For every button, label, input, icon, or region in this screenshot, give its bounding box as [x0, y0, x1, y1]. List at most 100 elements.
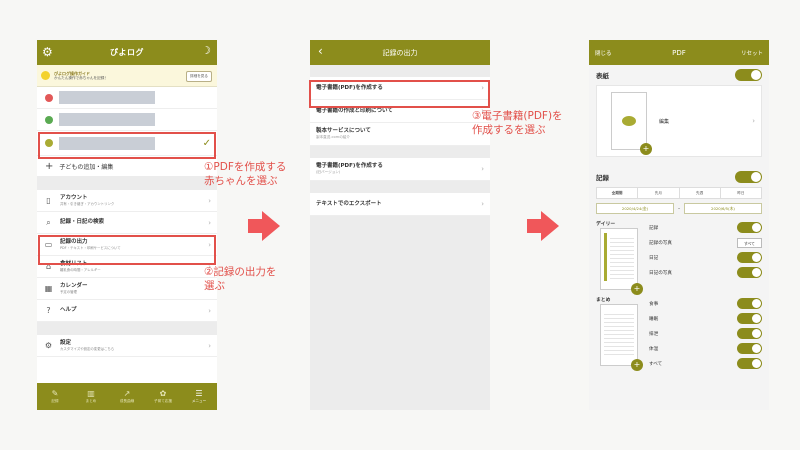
- cover-title: 表紙: [596, 72, 609, 80]
- section-gap: [310, 181, 490, 193]
- chevron-right-icon: ›: [481, 165, 484, 173]
- menu-title: ヘルプ: [60, 307, 77, 313]
- menu-title: アカウント: [60, 194, 88, 201]
- period-tab-last-week[interactable]: 先週: [680, 188, 721, 198]
- question-icon: ?: [46, 306, 51, 315]
- app-logo: ぴよログ: [110, 48, 144, 57]
- guide-banner[interactable]: ぴよログ操作ガイド かんたん操作で赤ちゃんを記録！ 詳細を見る: [37, 65, 217, 87]
- child-row[interactable]: [37, 109, 217, 131]
- summary-label: まとめ: [596, 298, 611, 303]
- chevron-right-icon: ›: [208, 341, 211, 350]
- guide-detail-button[interactable]: 詳細を見る: [186, 71, 212, 82]
- period-tab-all[interactable]: 全期間: [597, 188, 639, 198]
- top-bar: ⚙ ぴよログ ☽: [37, 40, 217, 65]
- tab-growth[interactable]: ↗ 成長曲線: [109, 383, 145, 410]
- menu-item-calendar[interactable]: ▦ カレンダー 予定の管理 ›: [37, 278, 217, 300]
- edit-label: 編集: [659, 118, 670, 125]
- child-avatar-icon: [45, 93, 53, 102]
- phone-screen-menu: ⚙ ぴよログ ☽ ぴよログ操作ガイド かんたん操作で赤ちゃんを記録！ 詳細を見る…: [37, 40, 217, 410]
- child-row[interactable]: [37, 87, 217, 109]
- child-name-redacted: [59, 113, 155, 126]
- top-bar: ‹ 記録の出力: [310, 40, 490, 65]
- tab-label: まとめ: [85, 399, 97, 403]
- cover-toggle[interactable]: [735, 69, 762, 81]
- tab-record[interactable]: ✎ 記録: [37, 383, 73, 410]
- zoom-plus-icon[interactable]: +: [631, 283, 643, 295]
- option-label: すべて: [649, 361, 663, 367]
- option-label: 日記: [649, 255, 659, 261]
- temperature-option-toggle[interactable]: [737, 343, 762, 354]
- option-row: すべて: [646, 356, 762, 371]
- row-subtitle: (旧バージョン): [316, 170, 341, 174]
- gear-icon: ⚙: [44, 341, 53, 350]
- section-gap: [310, 65, 490, 77]
- period-tab-yesterday[interactable]: 昨日: [721, 188, 761, 198]
- date-range: 2020/4/24(金) - 2020/6/5(木): [596, 203, 762, 214]
- excretion-option-toggle[interactable]: [737, 328, 762, 339]
- sleep-option-toggle[interactable]: [737, 313, 762, 324]
- step1-note: ①PDFを作成する 赤ちゃんを選ぶ: [204, 160, 286, 188]
- option-row: 食事: [646, 296, 762, 311]
- zoom-plus-icon[interactable]: +: [640, 143, 652, 155]
- tab-label: 子育て応援: [154, 399, 172, 403]
- chick-icon: [622, 116, 636, 126]
- close-button[interactable]: 閉じる: [595, 49, 612, 57]
- row-title: テキストでのエクスポート: [316, 200, 382, 207]
- option-label: 日記の写真: [649, 270, 672, 276]
- menu-item-account[interactable]: ▯ アカウント 共有・引き継ぎ・アカウントリンク ›: [37, 190, 217, 212]
- menu-subtitle: 予定の管理: [60, 289, 77, 294]
- binding-service-row[interactable]: 製本サービスについて 製本直送.comの紹介 ›: [310, 123, 490, 146]
- highlight-selected-child: [38, 132, 216, 159]
- tab-support[interactable]: ✿ 子育て応援: [145, 383, 181, 410]
- diary-photo-option-toggle[interactable]: [737, 267, 762, 278]
- menu-item-settings[interactable]: ⚙ 設定 カスタマイズや設定の変更はこちら ›: [37, 335, 217, 357]
- note-line: ②記録の出力を: [204, 266, 277, 278]
- option-label: 排泄: [649, 331, 659, 337]
- phone-icon: ▯: [46, 196, 51, 205]
- summary-thumbnail: +: [600, 304, 643, 371]
- row-title: 電子書籍(PDF)を作成する: [316, 163, 383, 169]
- chevron-right-icon: ›: [752, 117, 755, 125]
- step2-note: ②記録の出力を 選ぶ: [204, 265, 276, 293]
- note-line: ③電子書籍(PDF)を: [472, 110, 563, 122]
- chevron-right-icon: ›: [481, 200, 484, 208]
- daily-label: デイリー: [596, 222, 616, 227]
- tab-label: 成長曲線: [119, 399, 135, 403]
- record-title: 記録: [596, 174, 609, 182]
- highlight-create-pdf: [309, 80, 490, 108]
- add-child-row[interactable]: + 子どもの追加・編集: [37, 156, 217, 176]
- option-row: 記録の写真 すべて: [646, 235, 762, 250]
- meal-option-toggle[interactable]: [737, 298, 762, 309]
- date-from-field[interactable]: 2020/4/24(金): [596, 203, 675, 214]
- gear-icon[interactable]: ⚙: [42, 45, 53, 59]
- all-photos-button[interactable]: すべて: [737, 237, 762, 248]
- back-chevron-icon[interactable]: ‹: [318, 44, 323, 58]
- date-to-field[interactable]: 2020/6/5(木): [683, 203, 762, 214]
- option-row: 日記: [646, 250, 762, 265]
- calendar-icon: ▦: [44, 284, 53, 293]
- diary-option-toggle[interactable]: [737, 252, 762, 263]
- pencil-icon: ✎: [51, 389, 59, 398]
- period-tab-last-month[interactable]: 先月: [638, 188, 680, 198]
- menu-subtitle: 共有・引き継ぎ・アカウントリンク: [60, 201, 115, 206]
- option-row: 体温: [646, 341, 762, 356]
- section-gap: [37, 322, 217, 335]
- menu-item-search[interactable]: ⌕ 記録・日記の検索 ›: [37, 212, 217, 234]
- record-toggle[interactable]: [735, 171, 762, 183]
- reset-button[interactable]: リセット: [741, 49, 763, 57]
- menu-title: 設定: [60, 339, 72, 346]
- all-option-toggle[interactable]: [737, 358, 762, 369]
- moon-icon[interactable]: ☽: [201, 44, 211, 58]
- tab-summary[interactable]: ▥ まとめ: [73, 383, 109, 410]
- zoom-plus-icon[interactable]: +: [631, 359, 643, 371]
- tab-menu[interactable]: ☰ メニュー: [181, 383, 217, 410]
- text-export-row[interactable]: テキストでのエクスポート ›: [310, 193, 490, 216]
- bar-chart-icon: ▥: [87, 389, 95, 398]
- menu-item-help[interactable]: ? ヘルプ ›: [37, 300, 217, 322]
- option-label: 睡眠: [649, 316, 659, 322]
- cover-edit-card[interactable]: + 編集 ›: [596, 85, 762, 157]
- flower-icon: ✿: [159, 389, 167, 398]
- create-pdf-legacy-row[interactable]: 電子書籍(PDF)を作成する (旧バージョン) ›: [310, 158, 490, 181]
- record-option-toggle[interactable]: [737, 222, 762, 233]
- step3-note: ③電子書籍(PDF)を 作成するを選ぶ: [472, 109, 563, 137]
